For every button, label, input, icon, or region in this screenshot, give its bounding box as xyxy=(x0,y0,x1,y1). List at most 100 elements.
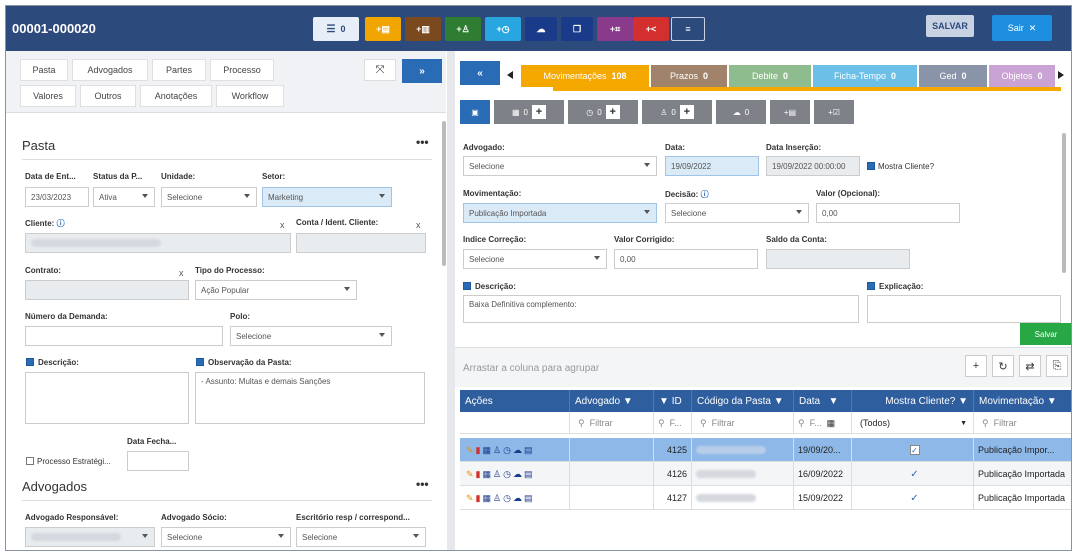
mostra-cliente-checkbox[interactable] xyxy=(867,162,875,170)
numero-demanda-input[interactable] xyxy=(25,326,223,346)
descricao-checkbox[interactable] xyxy=(26,358,34,366)
filter-data[interactable]: ⚲ F... ▦ xyxy=(794,412,852,434)
clear-conta-icon[interactable]: x xyxy=(416,220,421,230)
conta-input[interactable] xyxy=(296,233,426,253)
calendar-icon[interactable]: ▦ xyxy=(483,445,492,456)
observacao-checkbox[interactable] xyxy=(196,358,204,366)
document-icon[interactable]: ▤ xyxy=(524,493,533,504)
advogado-socio-select[interactable]: Selecione xyxy=(161,527,291,547)
table-row[interactable]: ✎ ▮ ▦ ♙ ◷ ☁ ▤ 4126 16/09/2022 ✓ Publicaç… xyxy=(460,462,1071,486)
clock-button[interactable]: ◷ 0 + xyxy=(568,100,638,124)
calendar-icon[interactable]: ▦ xyxy=(483,469,492,480)
data-input[interactable]: 19/09/2022 xyxy=(665,156,759,176)
advogados-menu-icon[interactable]: ••• xyxy=(416,477,429,491)
escritorio-select[interactable]: Selecione xyxy=(296,527,426,547)
col-codigo-pasta[interactable]: Código da Pasta ▼ xyxy=(692,390,794,412)
tab-movimentacoes[interactable]: Movimentações 108 xyxy=(521,65,649,87)
data-insercao-input[interactable]: 19/09/2022 00:00:00 xyxy=(766,156,860,176)
filter-icon[interactable]: ▼ xyxy=(958,396,968,407)
edit-icon[interactable]: ✎ xyxy=(466,469,474,480)
clear-contrato-icon[interactable]: x xyxy=(179,268,184,278)
explicacao-checkbox[interactable] xyxy=(867,282,875,290)
exit-button[interactable]: Sair ✕ xyxy=(992,15,1052,41)
header-save-button[interactable]: SALVAR xyxy=(926,15,974,37)
movimentacao-select[interactable]: Publicação Importada xyxy=(463,203,657,223)
tab-ficha-tempo[interactable]: Ficha-Tempo 0 xyxy=(813,65,917,87)
clock-icon[interactable]: ◷ xyxy=(503,445,511,456)
filter-icon[interactable]: ▼ xyxy=(623,396,633,407)
col-movimentacao[interactable]: Movimentação ▼ xyxy=(974,390,1071,412)
add-frame-button[interactable]: +⌗ xyxy=(597,17,633,41)
add-calendar-icon[interactable]: + xyxy=(532,105,546,119)
add-share-button[interactable]: +< xyxy=(633,17,669,41)
add-row-button[interactable]: + xyxy=(965,355,987,377)
copy-button[interactable]: ❐ xyxy=(561,17,593,41)
refresh-button[interactable]: ↻ xyxy=(992,355,1014,377)
expand-right-button[interactable]: » xyxy=(402,59,442,83)
cloud-icon[interactable]: ☁ xyxy=(513,469,522,480)
delete-icon[interactable]: ▮ xyxy=(476,445,481,456)
col-data[interactable]: Data ▼ xyxy=(794,390,852,412)
unidade-select[interactable]: Selecione xyxy=(161,187,257,207)
explicacao-textarea[interactable] xyxy=(867,295,1061,323)
tab-advogados[interactable]: Advogados xyxy=(72,59,148,81)
edit-icon[interactable]: ✎ xyxy=(466,445,474,456)
grid-view-button[interactable]: ▣ xyxy=(460,100,490,124)
filter-advogado[interactable]: ⚲ Filtrar xyxy=(570,412,654,434)
saldo-conta-input[interactable] xyxy=(766,249,910,269)
tab-pasta[interactable]: Pasta xyxy=(20,59,68,81)
add-document-button[interactable]: +▥ xyxy=(405,17,441,41)
person-icon[interactable]: ♙ xyxy=(493,469,501,480)
export-button[interactable]: ⎘ xyxy=(1046,355,1068,377)
filter-mostra-cliente[interactable]: (Todos) ▼ xyxy=(852,412,974,434)
cloud-icon[interactable]: ☁ xyxy=(513,493,522,504)
tab-partes[interactable]: Partes xyxy=(152,59,206,81)
tabs-scroll-right-icon[interactable] xyxy=(1058,71,1064,79)
decisao-select[interactable]: Selecione xyxy=(665,203,809,223)
tab-outros[interactable]: Outros xyxy=(80,85,136,107)
list-button[interactable]: ☰ 0 xyxy=(313,17,359,41)
valor-corrigido-input[interactable]: 0,00 xyxy=(614,249,758,269)
cloud-icon[interactable]: ☁ xyxy=(513,445,522,456)
collapse-button[interactable]: ⤧ xyxy=(364,59,396,81)
data-fechamento-input[interactable] xyxy=(127,451,189,471)
tab-anotacoes[interactable]: Anotações xyxy=(140,85,212,107)
add-person-button[interactable]: +♙ xyxy=(445,17,481,41)
delete-icon[interactable]: ▮ xyxy=(476,469,481,480)
advogado-select[interactable]: Selecione xyxy=(463,156,657,176)
cliente-input[interactable] xyxy=(25,233,291,253)
tab-workflow[interactable]: Workflow xyxy=(216,85,284,107)
tipo-processo-select[interactable]: Ação Popular xyxy=(195,280,357,300)
calendar-button[interactable]: ▦ 0 + xyxy=(494,100,564,124)
pasta-menu-icon[interactable]: ••• xyxy=(416,135,429,149)
table-row[interactable]: ✎ ▮ ▦ ♙ ◷ ☁ ▤ 4127 15/09/2022 ✓ Publicaç… xyxy=(460,486,1071,510)
tab-ged[interactable]: Ged 0 xyxy=(919,65,987,87)
filter-movimentacao[interactable]: ⚲ Filtrar xyxy=(974,412,1071,434)
descricao-r-checkbox[interactable] xyxy=(463,282,471,290)
col-id[interactable]: ▼ ID xyxy=(654,390,692,412)
person-icon[interactable]: ♙ xyxy=(493,493,501,504)
contrato-input[interactable] xyxy=(25,280,189,300)
col-advogado[interactable]: Advogado ▼ xyxy=(570,390,654,412)
add-clock-button[interactable]: +◷ xyxy=(485,17,521,41)
add-doc-button[interactable]: +▤ xyxy=(770,100,810,124)
col-mostra-cliente[interactable]: Mostra Cliente? ▼ xyxy=(852,390,974,412)
tab-objetos[interactable]: Objetos 0 xyxy=(989,65,1055,87)
clear-cliente-icon[interactable]: x xyxy=(280,220,285,230)
document-icon[interactable]: ▤ xyxy=(524,469,533,480)
cloud-button[interactable]: ☁ 0 xyxy=(716,100,766,124)
calendar-icon[interactable]: ▦ xyxy=(827,418,836,429)
descricao-textarea[interactable] xyxy=(25,372,189,424)
tab-processo[interactable]: Processo xyxy=(210,59,274,81)
tab-prazos[interactable]: Prazos 0 xyxy=(651,65,727,87)
tabs-scroll-left-icon[interactable] xyxy=(507,71,513,79)
filter-codigo[interactable]: ⚲ Filtrar xyxy=(692,412,794,434)
observacao-textarea[interactable]: - Assunto: Multas e demais Sanções xyxy=(195,372,425,424)
filter-icon[interactable]: ▼ xyxy=(774,396,784,407)
filter-icon[interactable]: ▼ xyxy=(828,396,838,407)
polo-select[interactable]: Selecione xyxy=(230,326,392,346)
clock-icon[interactable]: ◷ xyxy=(503,469,511,480)
salvar-movimentacao-button[interactable]: Salvar xyxy=(1020,323,1071,345)
add-check-button[interactable]: +☑ xyxy=(814,100,854,124)
tab-debite[interactable]: Debite 0 xyxy=(729,65,811,87)
